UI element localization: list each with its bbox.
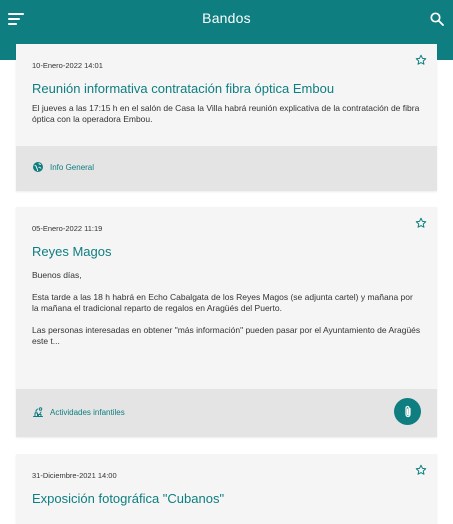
search-icon[interactable] bbox=[430, 12, 444, 26]
star-icon[interactable] bbox=[415, 217, 427, 229]
notice-paragraph: Esta tarde a las 18 h habrá en Echo Caba… bbox=[32, 292, 413, 313]
category-label: Info General bbox=[50, 162, 95, 172]
notice-text: El jueves a las 17:15 h en el salón de C… bbox=[32, 103, 421, 125]
star-icon[interactable] bbox=[415, 54, 427, 66]
category-label: Actividades infantiles bbox=[50, 407, 125, 417]
notice-footer: Info General bbox=[16, 146, 437, 191]
notice-date: 31-Diciembre-2021 14:00 bbox=[32, 471, 117, 480]
notice-paragraph: El jueves a las 17:15 h en el salón de C… bbox=[32, 103, 420, 124]
notice-title[interactable]: Exposición fotográfica "Cubanos" bbox=[32, 490, 421, 507]
notice-card[interactable]: 10-Enero-2022 14:01 Reunión informativa … bbox=[16, 44, 437, 191]
notice-card[interactable]: 31-Diciembre-2021 14:00 Exposición fotog… bbox=[16, 454, 437, 524]
category-tag[interactable]: Info General bbox=[32, 161, 94, 173]
notice-footer: Actividades infantiles bbox=[16, 389, 437, 437]
notice-text: Buenos días, Esta tarde a las 18 h habrá… bbox=[32, 270, 421, 347]
notice-title[interactable]: Reunión informativa contratación fibra ó… bbox=[32, 80, 421, 97]
paperclip-icon bbox=[404, 405, 411, 417]
attachment-button[interactable] bbox=[394, 398, 421, 425]
category-tag[interactable]: Actividades infantiles bbox=[32, 406, 125, 418]
toy-icon bbox=[33, 407, 43, 417]
notice-date: 05-Enero-2022 11:19 bbox=[32, 224, 103, 233]
globe-icon bbox=[33, 162, 43, 172]
notice-card[interactable]: 05-Enero-2022 11:19 Reyes Magos Buenos d… bbox=[16, 207, 437, 437]
notice-date: 10-Enero-2022 14:01 bbox=[32, 61, 103, 70]
star-icon[interactable] bbox=[415, 464, 427, 476]
page-title: Bandos bbox=[202, 10, 251, 26]
notice-paragraph: Las personas interesadas en obtener "más… bbox=[32, 325, 421, 346]
notice-paragraph: Buenos días, bbox=[32, 270, 82, 280]
notice-title[interactable]: Reyes Magos bbox=[32, 243, 421, 260]
